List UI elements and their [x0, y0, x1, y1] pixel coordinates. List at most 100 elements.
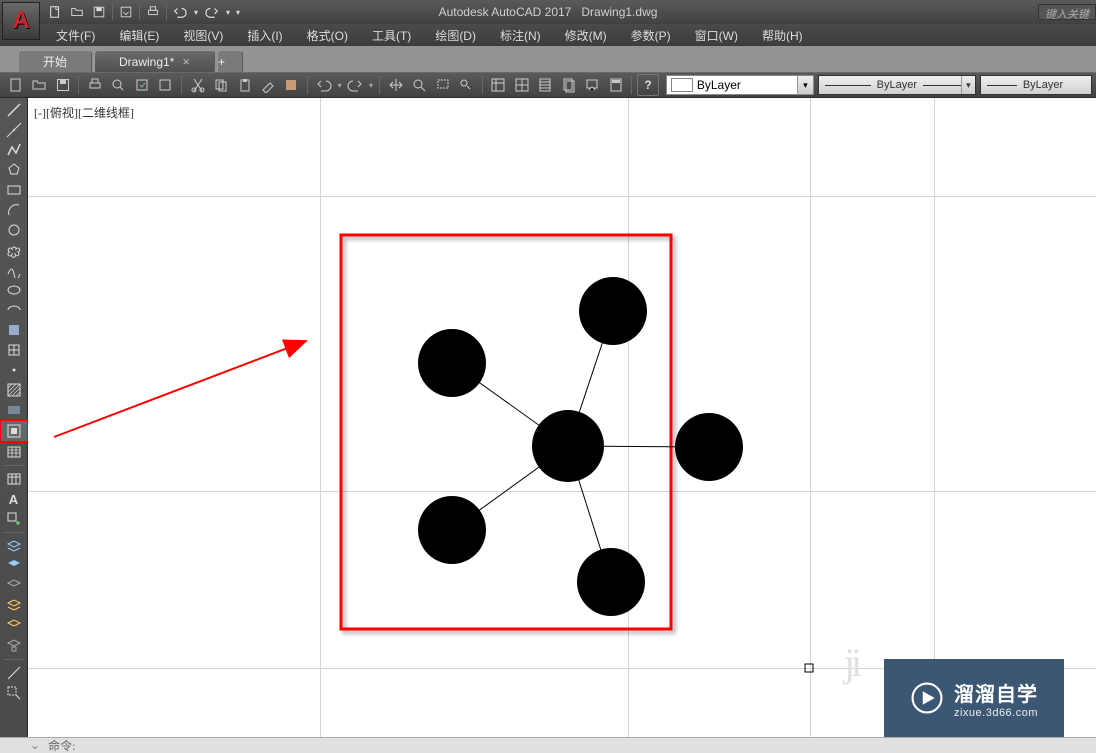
paste-icon[interactable] — [234, 74, 255, 96]
menu-insert[interactable]: 插入(I) — [235, 24, 294, 47]
menu-window[interactable]: 窗口(W) — [683, 24, 750, 47]
ellipse-arc-icon[interactable] — [2, 300, 26, 320]
search-input[interactable]: 键入关键 — [1038, 4, 1096, 20]
titlebar: ▾ ▾ ▾ Autodesk AutoCAD 2017 Drawing1.dwg… — [0, 0, 1096, 24]
saveas-icon[interactable] — [115, 2, 137, 22]
measure-icon[interactable] — [2, 663, 26, 683]
circle-icon[interactable] — [2, 220, 26, 240]
publish2-icon[interactable] — [155, 74, 176, 96]
redo-icon[interactable] — [201, 2, 223, 22]
chevron-down-icon[interactable]: ▾ — [797, 76, 813, 94]
point-icon[interactable] — [2, 360, 26, 380]
cut-icon[interactable] — [187, 74, 208, 96]
layer-lock-icon[interactable] — [2, 636, 26, 656]
menu-file[interactable]: 文件(F) — [44, 24, 107, 47]
quickselect-icon[interactable] — [2, 683, 26, 703]
undo2-dropdown-icon[interactable]: ▾ — [336, 81, 344, 90]
menu-parametric[interactable]: 参数(P) — [619, 24, 683, 47]
polyline-icon[interactable] — [2, 140, 26, 160]
quickcalc-icon[interactable] — [605, 74, 626, 96]
menu-format[interactable]: 格式(O) — [295, 24, 360, 47]
redo2-dropdown-icon[interactable]: ▾ — [367, 81, 375, 90]
zoom-icon[interactable] — [408, 74, 429, 96]
menu-help[interactable]: 帮助(H) — [750, 24, 815, 47]
lineweight-combo[interactable]: ByLayer — [980, 75, 1092, 95]
zoom-prev-icon[interactable] — [455, 74, 476, 96]
properties-icon[interactable] — [488, 74, 509, 96]
make-block-icon[interactable] — [2, 340, 26, 360]
drawing-canvas[interactable]: [-][俯视][二维线框] — [28, 98, 1096, 737]
region-icon[interactable] — [0, 420, 28, 442]
polygon-icon[interactable] — [2, 160, 26, 180]
tab-new-icon[interactable]: + — [217, 50, 243, 72]
tab-close-icon[interactable]: × — [182, 54, 190, 69]
menu-tools[interactable]: 工具(T) — [360, 24, 423, 47]
construction-line-icon[interactable] — [2, 120, 26, 140]
save-file-icon[interactable] — [52, 74, 73, 96]
open-icon[interactable] — [66, 2, 88, 22]
lineweight-sample — [987, 85, 1017, 86]
chevron-down-icon[interactable]: ▾ — [961, 76, 975, 94]
line-icon[interactable] — [2, 100, 26, 120]
command-line[interactable]: ⌄ 命令: — [0, 737, 1096, 753]
table2-icon[interactable] — [2, 469, 26, 489]
undo-icon[interactable] — [169, 2, 191, 22]
copy-icon[interactable] — [210, 74, 231, 96]
chevron-down-icon[interactable]: ⌄ — [30, 738, 40, 753]
layer-icon[interactable] — [2, 536, 26, 556]
qat-dropdown-icon[interactable]: ▾ — [233, 2, 243, 22]
block-icon[interactable] — [281, 74, 302, 96]
layer-freeze-icon[interactable] — [2, 616, 26, 636]
menu-modify[interactable]: 修改(M) — [553, 24, 619, 47]
new-file-icon[interactable] — [5, 74, 26, 96]
markup-icon[interactable] — [582, 74, 603, 96]
revcloud-icon[interactable] — [2, 240, 26, 260]
sheetset-icon[interactable] — [558, 74, 579, 96]
layer-iso-icon[interactable] — [2, 596, 26, 616]
workspace: A [-][俯视][二维线框] — [0, 98, 1096, 737]
arc-icon[interactable] — [2, 200, 26, 220]
undo-dropdown-icon[interactable]: ▾ — [191, 2, 201, 22]
layer-off-icon[interactable] — [2, 576, 26, 596]
tab-drawing[interactable]: Drawing1* × — [94, 50, 215, 72]
play-icon — [910, 681, 944, 715]
document-tabbar: 开始 Drawing1* × + — [0, 46, 1096, 72]
watermark-cn: 溜溜自学 — [954, 678, 1038, 707]
publish-icon[interactable] — [131, 74, 152, 96]
layer-color-combo[interactable]: ByLayer ▾ — [666, 75, 814, 95]
mtext-icon[interactable]: A — [2, 489, 26, 509]
tab-start[interactable]: 开始 — [18, 50, 92, 72]
hatch-icon[interactable] — [2, 380, 26, 400]
rectangle-icon[interactable] — [2, 180, 26, 200]
addselected-icon[interactable] — [2, 509, 26, 529]
ellipse-icon[interactable] — [2, 280, 26, 300]
redo-dropdown-icon[interactable]: ▾ — [223, 2, 233, 22]
new-icon[interactable] — [44, 2, 66, 22]
print2-icon[interactable] — [84, 74, 105, 96]
save-icon[interactable] — [88, 2, 110, 22]
app-logo[interactable]: A — [2, 2, 40, 40]
gradient-icon[interactable] — [2, 400, 26, 420]
table-icon[interactable] — [2, 442, 26, 462]
designcenter-icon[interactable] — [511, 74, 532, 96]
redo2-icon[interactable] — [345, 74, 366, 96]
spline-icon[interactable] — [2, 260, 26, 280]
print-preview-icon[interactable] — [108, 74, 129, 96]
toolpalette-icon[interactable] — [535, 74, 556, 96]
color-swatch — [671, 78, 693, 92]
linetype-combo[interactable]: ByLayer ▾ — [818, 75, 976, 95]
matchprop-icon[interactable] — [257, 74, 278, 96]
menu-edit[interactable]: 编辑(E) — [107, 24, 171, 47]
zoom-window-icon[interactable] — [432, 74, 453, 96]
pan-icon[interactable] — [385, 74, 406, 96]
undo2-icon[interactable] — [313, 74, 334, 96]
layer-states-icon[interactable] — [2, 556, 26, 576]
print-icon[interactable] — [142, 2, 164, 22]
watermark: 溜溜自学 zixue.3d66.com — [884, 659, 1064, 737]
open-file-icon[interactable] — [28, 74, 49, 96]
menu-draw[interactable]: 绘图(D) — [423, 24, 488, 47]
menu-dimension[interactable]: 标注(N) — [488, 24, 553, 47]
help-icon[interactable]: ? — [637, 74, 659, 96]
insert-block-icon[interactable] — [2, 320, 26, 340]
menu-view[interactable]: 视图(V) — [171, 24, 235, 47]
